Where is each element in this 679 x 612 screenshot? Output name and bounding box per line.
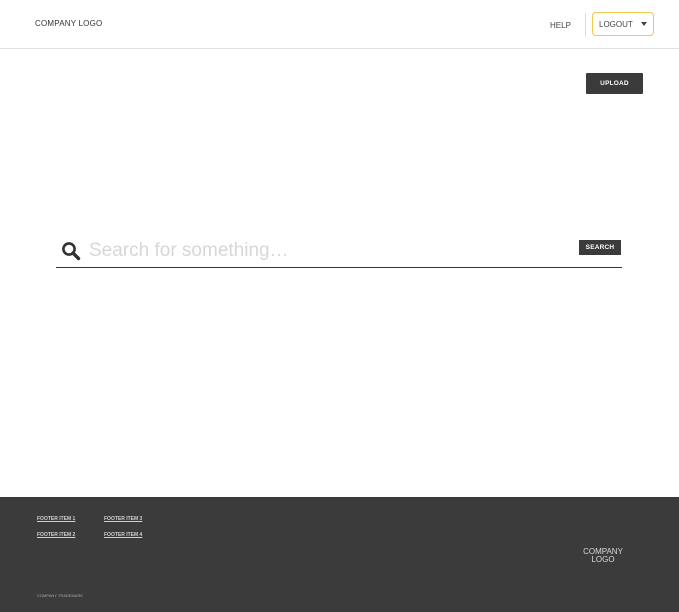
company-logo[interactable]: COMPANY LOGO <box>35 19 102 28</box>
footer-company-logo[interactable]: COMPANY LOGO <box>576 548 630 564</box>
search-input[interactable] <box>89 238 569 264</box>
footer-item-4[interactable]: FOOTER ITEM 4 <box>104 532 142 538</box>
footer-item-3[interactable]: FOOTER ITEM 3 <box>104 516 142 522</box>
page: COMPANY LOGO HELP LOGOUT UPLOAD SEARCH F… <box>0 0 679 612</box>
search-bar: SEARCH <box>56 236 622 268</box>
help-link[interactable]: HELP <box>550 21 571 30</box>
search-button[interactable]: SEARCH <box>579 240 621 255</box>
footer-item-1[interactable]: FOOTER ITEM 1 <box>37 516 75 522</box>
footer: FOOTER ITEM 1 FOOTER ITEM 2 FOOTER ITEM … <box>0 497 679 612</box>
footer-item-2[interactable]: FOOTER ITEM 2 <box>37 532 75 538</box>
footer-logo-line-2: LOGO <box>591 555 615 564</box>
upload-button[interactable]: UPLOAD <box>586 73 643 94</box>
logout-dropdown[interactable]: LOGOUT <box>592 12 654 36</box>
logout-label: LOGOUT <box>599 20 633 29</box>
company-trademark: COMPANY TRADEMARK <box>37 593 84 598</box>
search-icon[interactable] <box>61 241 81 261</box>
chevron-down-icon <box>641 22 647 26</box>
header-divider <box>585 13 586 37</box>
header: COMPANY LOGO HELP LOGOUT <box>0 0 679 49</box>
